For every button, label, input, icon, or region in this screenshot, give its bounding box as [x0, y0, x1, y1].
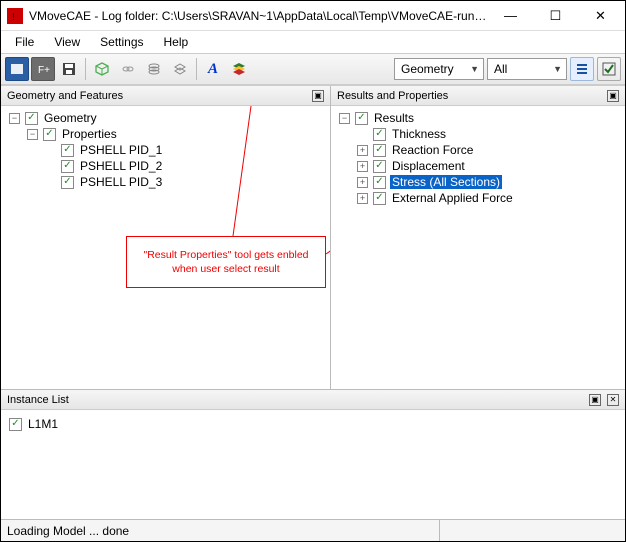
- expand-toggle[interactable]: −: [27, 129, 38, 140]
- checkbox[interactable]: [373, 160, 386, 173]
- mesh-cube-button[interactable]: [90, 57, 114, 81]
- checkbox[interactable]: [373, 176, 386, 189]
- expand-toggle[interactable]: +: [357, 193, 368, 204]
- geometry-dropdown-label: Geometry: [401, 62, 454, 76]
- minimize-button[interactable]: —: [488, 2, 533, 30]
- tree-node[interactable]: Thickness: [390, 127, 448, 141]
- menu-settings[interactable]: Settings: [90, 33, 153, 51]
- checkbox[interactable]: [43, 128, 56, 141]
- check-all-button[interactable]: [597, 57, 621, 81]
- menu-help[interactable]: Help: [154, 33, 199, 51]
- geometry-panel-title: Geometry and Features: [7, 90, 123, 102]
- chevron-down-icon: ▼: [470, 64, 479, 74]
- checkbox[interactable]: [25, 112, 38, 125]
- expand-toggle[interactable]: +: [357, 177, 368, 188]
- font-button[interactable]: A: [201, 57, 225, 81]
- checkbox[interactable]: [355, 112, 368, 125]
- svg-text:F+: F+: [38, 65, 50, 76]
- app-icon: !: [7, 8, 23, 24]
- tree-node[interactable]: Displacement: [390, 159, 467, 173]
- save-button[interactable]: [57, 57, 81, 81]
- window-title: VMoveCAE - Log folder: C:\Users\SRAVAN~1…: [29, 9, 488, 23]
- link-button[interactable]: [116, 57, 140, 81]
- instance-item[interactable]: L1M1: [26, 417, 60, 431]
- annotation-box: "Result Properties" tool gets enbled whe…: [126, 236, 326, 288]
- geometry-panel: Geometry and Features ▣ − Geometry −: [1, 86, 331, 389]
- tree-node-results[interactable]: Results: [372, 111, 416, 125]
- open-file-button[interactable]: [5, 57, 29, 81]
- svg-text:!: !: [12, 12, 15, 22]
- tree-node[interactable]: PSHELL PID_3: [78, 175, 164, 189]
- checkbox[interactable]: [373, 144, 386, 157]
- result-properties-button[interactable]: [227, 57, 251, 81]
- tree-node[interactable]: PSHELL PID_1: [78, 143, 164, 157]
- layers-b-button[interactable]: [168, 57, 192, 81]
- tree-node[interactable]: Reaction Force: [390, 143, 475, 157]
- tree-node-geometry[interactable]: Geometry: [42, 111, 99, 125]
- close-button[interactable]: ✕: [578, 2, 623, 30]
- annotation-text: "Result Properties" tool gets enbled whe…: [131, 248, 321, 276]
- checkbox[interactable]: [61, 144, 74, 157]
- add-file-button[interactable]: F+: [31, 57, 55, 81]
- layers-a-button[interactable]: [142, 57, 166, 81]
- results-panel-title: Results and Properties: [337, 90, 448, 102]
- checkbox[interactable]: [373, 128, 386, 141]
- panel-collapse-icon[interactable]: ▣: [589, 394, 601, 406]
- status-right: [439, 520, 619, 541]
- results-tree[interactable]: − Results Thickness + Reaction Force + Displ…: [331, 106, 625, 389]
- checkbox[interactable]: [61, 160, 74, 173]
- panel-collapse-icon[interactable]: ▣: [312, 90, 324, 102]
- checkbox[interactable]: [9, 418, 22, 431]
- expand-toggle[interactable]: +: [357, 145, 368, 156]
- status-text: Loading Model ... done: [7, 524, 129, 538]
- geometry-dropdown[interactable]: Geometry ▼: [394, 58, 484, 80]
- tree-node[interactable]: External Applied Force: [390, 191, 515, 205]
- panel-close-icon[interactable]: ✕: [607, 394, 619, 406]
- checkbox[interactable]: [61, 176, 74, 189]
- expand-toggle[interactable]: −: [9, 113, 20, 124]
- menu-view[interactable]: View: [44, 33, 90, 51]
- expand-toggle[interactable]: +: [357, 161, 368, 172]
- results-panel: Results and Properties ▣ − Results Thick…: [331, 86, 625, 389]
- list-button[interactable]: [570, 57, 594, 81]
- geometry-tree[interactable]: − Geometry − Properties PSHELL PID_1 PSHE…: [1, 106, 330, 389]
- statusbar: Loading Model ... done: [1, 519, 625, 541]
- menubar: File View Settings Help: [1, 31, 625, 53]
- tree-node[interactable]: Stress (All Sections): [390, 175, 502, 189]
- panel-collapse-icon[interactable]: ▣: [607, 90, 619, 102]
- instance-body: L1M1: [1, 410, 625, 519]
- main-panels: Geometry and Features ▣ − Geometry −: [1, 85, 625, 389]
- tree-node-properties[interactable]: Properties: [60, 127, 119, 141]
- filter-dropdown-label: All: [494, 62, 507, 76]
- maximize-button[interactable]: ☐: [533, 2, 578, 30]
- toolbar: F+ A Geometry ▼ All ▼: [1, 53, 625, 85]
- titlebar: ! VMoveCAE - Log folder: C:\Users\SRAVAN…: [1, 1, 625, 31]
- filter-dropdown[interactable]: All ▼: [487, 58, 567, 80]
- instance-panel: Instance List ▣ ✕ L1M1: [1, 389, 625, 519]
- menu-file[interactable]: File: [5, 33, 44, 51]
- chevron-down-icon: ▼: [553, 64, 562, 74]
- expand-toggle[interactable]: −: [339, 113, 350, 124]
- checkbox[interactable]: [373, 192, 386, 205]
- tree-node[interactable]: PSHELL PID_2: [78, 159, 164, 173]
- instance-panel-title: Instance List: [7, 394, 69, 406]
